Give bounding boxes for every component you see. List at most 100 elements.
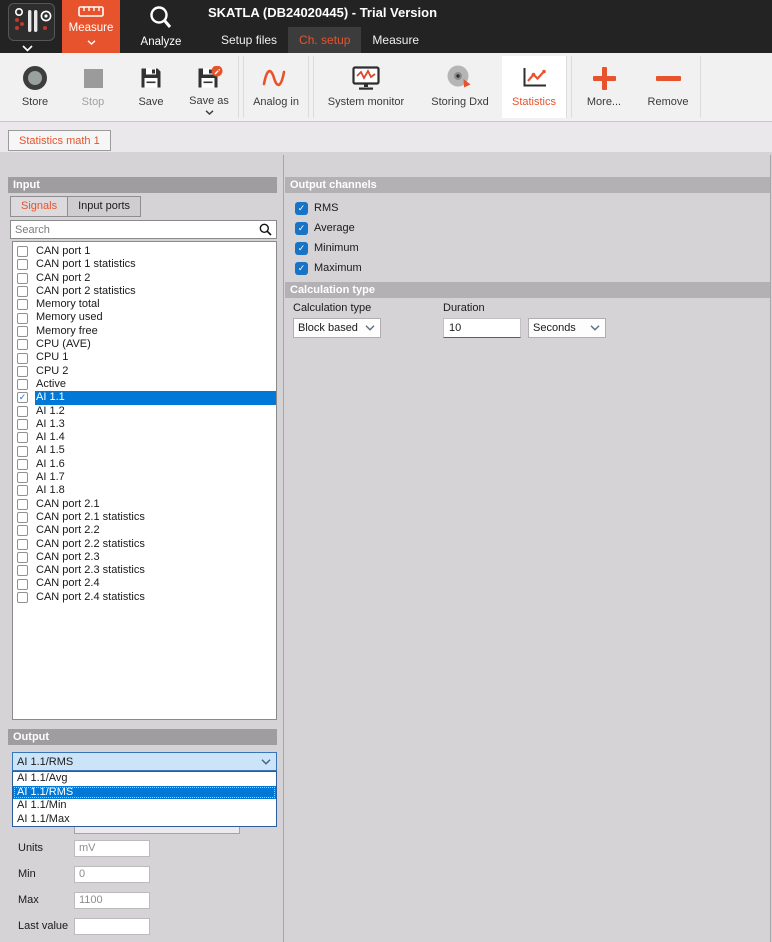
dropdown-option[interactable]: AI 1.1/Max (13, 813, 276, 827)
save-button[interactable]: Save (122, 56, 180, 118)
signal-list-item[interactable]: Memory used (13, 311, 276, 324)
output-channel-option[interactable]: RMS (295, 198, 362, 218)
signal-checkbox[interactable] (17, 379, 28, 391)
statistics-button[interactable]: Statistics (502, 56, 566, 118)
stop-button[interactable]: Stop (64, 56, 122, 118)
signal-list-item[interactable]: AI 1.3 (13, 418, 276, 431)
signal-checkbox[interactable] (17, 472, 28, 484)
save-as-button[interactable]: Save as (180, 56, 238, 118)
signal-list-item[interactable]: AI 1.4 (13, 431, 276, 444)
calculation-type-select[interactable]: Block based (293, 318, 381, 338)
signal-checkbox[interactable] (17, 432, 28, 444)
signal-list-item[interactable]: Memory total (13, 298, 276, 311)
signal-checkbox[interactable] (17, 286, 28, 298)
signal-checkbox[interactable] (17, 259, 28, 271)
statistics-math-tab[interactable]: Statistics math 1 (8, 130, 111, 151)
save-label: Save (138, 96, 164, 108)
search-input[interactable] (11, 223, 259, 236)
signal-checkbox[interactable] (17, 339, 28, 351)
dropdown-option[interactable]: AI 1.1/Min (13, 799, 276, 813)
signal-list-item[interactable]: CAN port 1 (13, 245, 276, 258)
signal-label: Memory total (36, 298, 100, 311)
signal-list-item[interactable]: CAN port 2.3 (13, 551, 276, 564)
input-source-tab[interactable]: Input ports (67, 196, 142, 217)
signal-checkbox[interactable] (17, 352, 28, 364)
signal-list-item[interactable]: CAN port 2.4 statistics (13, 591, 276, 604)
signal-checkbox[interactable] (17, 512, 28, 524)
signal-list-item[interactable]: CAN port 2 statistics (13, 285, 276, 298)
signal-label: AI 1.3 (36, 417, 65, 430)
checked-checkbox-icon[interactable] (295, 221, 308, 235)
duration-input[interactable] (443, 318, 521, 338)
signal-checkbox[interactable] (17, 538, 28, 550)
signal-checkbox[interactable] (17, 551, 28, 563)
signal-list-item[interactable]: AI 1.1 (13, 391, 276, 405)
signal-checkbox[interactable] (17, 525, 28, 537)
more-button[interactable]: More... (572, 56, 636, 118)
signal-checkbox[interactable] (17, 312, 28, 324)
mode-tab[interactable]: Ch. setup (288, 27, 362, 53)
signal-checkbox[interactable] (17, 498, 28, 510)
signal-list-item[interactable]: Memory free (13, 325, 276, 338)
output-channel-option[interactable]: Average (295, 218, 362, 238)
signal-label: CAN port 1 statistics (36, 258, 136, 271)
signal-list-item[interactable]: CPU (AVE) (13, 338, 276, 351)
dropdown-option[interactable]: AI 1.1/RMS (13, 785, 276, 799)
signal-list: CAN port 1 CAN port 1 statistics CAN por… (12, 241, 277, 720)
store-button[interactable]: Store (6, 56, 64, 118)
signal-list-item[interactable]: CPU 2 (13, 365, 276, 378)
app-logo[interactable] (8, 3, 55, 41)
checked-checkbox-icon[interactable] (295, 201, 308, 215)
signal-checkbox[interactable] (17, 419, 28, 430)
checked-checkbox-icon[interactable] (295, 261, 308, 275)
signal-checkbox[interactable] (17, 578, 28, 590)
remove-button[interactable]: Remove (636, 56, 700, 118)
field-input[interactable] (74, 891, 150, 909)
field-input[interactable] (74, 839, 150, 857)
signal-checkbox[interactable] (17, 325, 28, 337)
signal-list-item[interactable]: AI 1.7 (13, 471, 276, 484)
signal-checkbox[interactable] (17, 565, 28, 577)
signal-checkbox[interactable] (17, 365, 28, 377)
signal-list-item[interactable]: CAN port 2 (13, 272, 276, 285)
chevron-down-icon[interactable] (205, 106, 214, 118)
signal-checkbox[interactable] (17, 246, 28, 258)
measure-mode-button[interactable]: Measure (62, 0, 120, 53)
signal-checkbox[interactable] (17, 485, 28, 497)
analyze-mode-button[interactable]: Analyze (128, 0, 194, 53)
field-input[interactable] (74, 865, 150, 883)
signal-list-item[interactable]: AI 1.8 (13, 484, 276, 497)
signal-list-item[interactable]: CPU 1 (13, 351, 276, 364)
dropdown-option[interactable]: AI 1.1/Avg (13, 772, 276, 786)
mode-tab[interactable]: Measure (361, 27, 430, 53)
signal-checkbox[interactable] (17, 445, 28, 457)
signal-list-item[interactable]: Active (13, 378, 276, 391)
checked-checkbox-icon[interactable] (295, 241, 308, 255)
signal-list-item[interactable]: AI 1.6 (13, 458, 276, 471)
signal-checkbox[interactable] (17, 458, 28, 470)
signal-list-item[interactable]: CAN port 1 statistics (13, 258, 276, 271)
mode-tab[interactable]: Setup files (210, 27, 288, 53)
signal-checkbox[interactable] (17, 272, 28, 284)
signal-list-item[interactable]: CAN port 2.3 statistics (13, 564, 276, 577)
duration-unit-select[interactable]: Seconds (528, 318, 606, 338)
signal-list-item[interactable]: CAN port 2.1 statistics (13, 511, 276, 524)
signal-list-item[interactable]: CAN port 2.4 (13, 577, 276, 590)
system-monitor-button[interactable]: System monitor (314, 56, 418, 118)
signal-list-item[interactable]: AI 1.5 (13, 444, 276, 457)
output-channel-option[interactable]: Minimum (295, 238, 362, 258)
signal-list-item[interactable]: AI 1.2 (13, 405, 276, 418)
field-input[interactable] (74, 917, 150, 935)
input-source-tab[interactable]: Signals (10, 196, 69, 217)
signal-checkbox[interactable] (17, 405, 28, 417)
signal-checkbox[interactable] (17, 591, 28, 603)
signal-list-item[interactable]: CAN port 2.2 (13, 524, 276, 537)
signal-checkbox[interactable] (17, 299, 28, 311)
output-channel-combobox[interactable]: AI 1.1/RMS (12, 752, 277, 771)
storing-dxd-button[interactable]: Storing Dxd (418, 56, 502, 118)
signal-checkbox[interactable] (17, 392, 28, 404)
output-channel-option[interactable]: Maximum (295, 258, 362, 278)
signal-list-item[interactable]: CAN port 2.2 statistics (13, 538, 276, 551)
analog-in-button[interactable]: Analog in (244, 56, 308, 118)
signal-list-item[interactable]: CAN port 2.1 (13, 498, 276, 511)
